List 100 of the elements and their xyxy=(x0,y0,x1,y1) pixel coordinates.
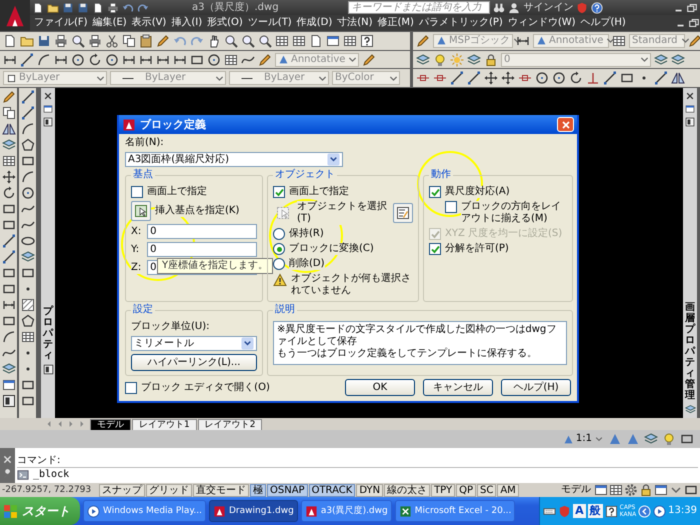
menu-item[interactable]: 作成(D) xyxy=(296,17,332,29)
rotate-icon[interactable] xyxy=(2,186,16,200)
help-icon[interactable] xyxy=(360,34,374,48)
menu-item[interactable]: ウィンドウ(W) xyxy=(508,17,576,29)
rectangle-icon[interactable] xyxy=(2,314,16,328)
taskbar-button[interactable]: a3(異尺度).dwg xyxy=(300,500,392,522)
checkbox[interactable] xyxy=(429,243,441,255)
search-field[interactable]: キーワードまたは語句を入力 xyxy=(348,1,490,14)
checkbox-label[interactable]: ブロック エディタで開く(O) xyxy=(141,382,270,394)
arc-icon[interactable] xyxy=(2,330,16,344)
rotate-icon[interactable] xyxy=(569,71,583,86)
annotation-scale-button[interactable]: 1:1 xyxy=(562,433,604,445)
table-icon[interactable] xyxy=(224,52,238,66)
circle-icon[interactable] xyxy=(535,71,549,86)
copy-icon[interactable] xyxy=(2,106,16,120)
printer-icon[interactable] xyxy=(54,34,68,48)
ellipse-icon[interactable] xyxy=(20,234,34,248)
radio-label[interactable]: 保持(R) xyxy=(289,228,324,240)
media-player-icon[interactable] xyxy=(653,504,666,518)
pencil-icon[interactable] xyxy=(362,52,376,66)
panel-icon[interactable] xyxy=(2,394,16,408)
radio-label[interactable]: ブロックに変換(C) xyxy=(289,243,374,255)
window-icon[interactable] xyxy=(685,104,695,114)
palette-title[interactable]: プロパティ xyxy=(43,306,53,361)
checkbox[interactable] xyxy=(273,186,285,198)
padlock-icon[interactable] xyxy=(484,52,498,66)
rectangle-icon[interactable] xyxy=(2,202,16,216)
radio-button[interactable] xyxy=(273,258,285,270)
status-toggle[interactable]: 直交モード xyxy=(193,484,249,496)
status-toggle[interactable]: OTRACK xyxy=(308,484,356,496)
line-icon[interactable] xyxy=(20,90,34,104)
checkbox[interactable] xyxy=(445,201,457,213)
panel-icon[interactable] xyxy=(42,364,54,375)
dimension-icon[interactable] xyxy=(2,298,16,312)
command-prompt-icon[interactable] xyxy=(17,469,29,481)
close-icon[interactable] xyxy=(685,91,695,101)
checkbox[interactable] xyxy=(429,186,441,198)
mirror-icon[interactable] xyxy=(2,122,16,136)
status-toggle[interactable]: DYN xyxy=(356,484,384,496)
binoculars-icon[interactable] xyxy=(493,2,506,14)
table-icon[interactable] xyxy=(275,34,289,48)
window-icon[interactable] xyxy=(654,483,668,497)
pentagon-icon[interactable] xyxy=(20,314,34,328)
menu-item[interactable]: ツール(T) xyxy=(248,17,292,29)
palette-title[interactable]: 画層プロパティ管理 xyxy=(685,302,695,401)
pick-point-button[interactable] xyxy=(131,201,151,221)
ime-mode[interactable]: 般 xyxy=(588,504,603,518)
radio-button[interactable] xyxy=(273,243,285,255)
line-icon[interactable] xyxy=(2,234,16,248)
layers-icon[interactable] xyxy=(644,432,658,446)
chevron-icon[interactable] xyxy=(638,504,652,518)
table-icon[interactable] xyxy=(343,34,357,48)
circle-icon[interactable] xyxy=(20,186,34,200)
rotate-icon[interactable] xyxy=(88,52,102,66)
layers-icon[interactable] xyxy=(20,250,34,264)
pencil-icon[interactable] xyxy=(258,52,272,66)
sign-in-link[interactable]: サインイン xyxy=(523,2,574,14)
rectangle-icon[interactable] xyxy=(2,218,16,232)
magnifier-icon[interactable] xyxy=(224,34,238,48)
line-icon[interactable] xyxy=(467,71,481,86)
window-icon[interactable] xyxy=(326,34,340,48)
checkbox-label[interactable]: 分解を許可(P) xyxy=(445,243,509,255)
clipboard-icon[interactable] xyxy=(139,34,153,48)
status-toggle[interactable]: 極 xyxy=(250,484,266,496)
restore-icon[interactable] xyxy=(686,2,698,14)
rectangle-icon[interactable] xyxy=(684,483,698,497)
status-toggle[interactable]: TPY xyxy=(431,484,456,496)
gear-icon[interactable] xyxy=(624,483,638,497)
taskbar-button[interactable]: Microsoft Excel - 20... xyxy=(394,500,516,522)
line-icon[interactable] xyxy=(654,71,668,86)
layers-icon[interactable] xyxy=(2,362,16,376)
menu-item[interactable]: ファイル(F) xyxy=(34,17,88,29)
line-icon[interactable] xyxy=(2,250,16,264)
pentagon-icon[interactable] xyxy=(20,138,34,152)
menu-item[interactable]: 編集(E) xyxy=(92,17,127,29)
line-icon[interactable] xyxy=(603,71,617,86)
arc-icon[interactable] xyxy=(37,52,51,66)
layout-tab[interactable]: モデル xyxy=(90,418,131,430)
circle-icon[interactable] xyxy=(552,71,566,86)
rectangle-icon[interactable] xyxy=(20,154,34,168)
panel-icon[interactable] xyxy=(43,117,53,127)
dialog-button[interactable]: キャンセル xyxy=(423,379,493,396)
hatch-icon[interactable] xyxy=(20,298,34,312)
status-toggle[interactable]: QP xyxy=(456,484,476,496)
layers-icon[interactable] xyxy=(467,52,481,66)
copy-icon[interactable] xyxy=(122,34,136,48)
table-icon[interactable] xyxy=(612,34,626,48)
magnifier-icon[interactable] xyxy=(241,34,255,48)
coordinate-field[interactable]: 0 xyxy=(147,242,257,257)
panel-icon[interactable] xyxy=(685,117,695,127)
command-input[interactable]: _block xyxy=(33,469,70,481)
layers-icon[interactable] xyxy=(654,52,668,66)
cross-arrows-icon[interactable] xyxy=(2,170,16,184)
rectangle-icon[interactable] xyxy=(680,432,694,446)
circle-icon[interactable] xyxy=(71,52,85,66)
radio-button[interactable] xyxy=(273,228,285,240)
line-icon[interactable] xyxy=(450,71,464,86)
coordinate-field[interactable]: 0 xyxy=(147,224,257,239)
radio-label[interactable]: 削除(D) xyxy=(289,258,325,270)
window-icon[interactable] xyxy=(2,378,16,392)
